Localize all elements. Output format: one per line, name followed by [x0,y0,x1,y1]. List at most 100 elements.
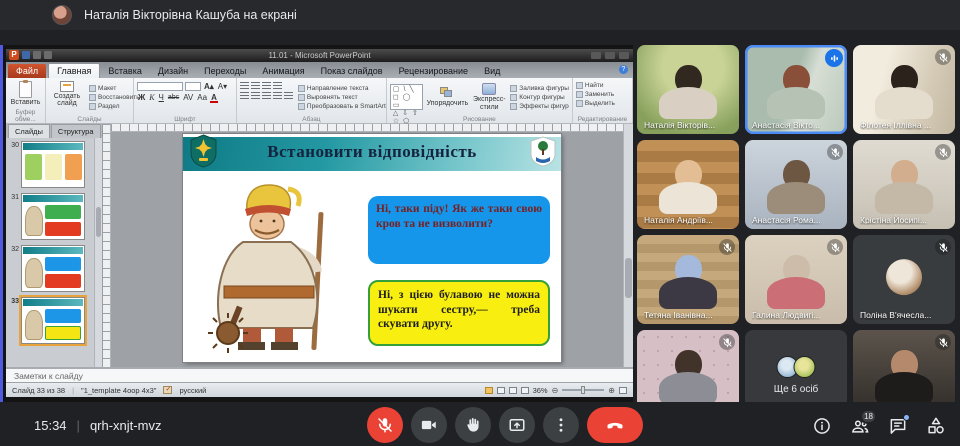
align-left-icon[interactable] [240,92,249,100]
zoom-slider[interactable] [562,389,604,391]
replace-button[interactable]: Заменить [576,91,629,98]
activities-icon[interactable] [926,416,946,436]
reset-button[interactable]: Восстановить [89,94,140,101]
raise-hand-button[interactable] [455,407,491,443]
indent-increase-icon[interactable] [273,82,282,90]
normal-view-icon[interactable] [485,387,493,394]
participant-tile[interactable]: Галина Людвигі... [745,235,847,324]
mic-toggle-button-muted[interactable] [367,407,403,443]
tab-view[interactable]: Вид [476,64,508,78]
tab-insert[interactable]: Вставка [100,64,149,78]
notes-area[interactable]: Заметки к слайду [6,367,633,382]
slide: Встановити відповідність [183,134,561,362]
char-spacing-icon[interactable]: AV [182,93,194,102]
people-panel-icon[interactable]: 18 [850,416,870,436]
indent-decrease-icon[interactable] [262,82,271,90]
answer-box-blue[interactable]: Ні, таки піду! Як же таки свою кров та н… [368,196,550,264]
font-name-select[interactable] [137,82,183,91]
bold-button[interactable]: Ж [137,93,146,102]
shape-outline-button[interactable]: Контур фигуры [510,94,569,101]
quick-styles-button[interactable]: Экспресс-стили [472,83,506,111]
shrink-font-icon[interactable]: A▾ [217,82,228,91]
camera-toggle-button[interactable] [411,407,447,443]
chat-panel-icon[interactable] [888,416,908,436]
participant-tile[interactable]: Наталія Вікторів... [637,45,739,134]
pane-tab-outline[interactable]: Структура [51,124,101,138]
slide-thumbnail-30[interactable]: 30 [7,141,100,188]
slide-thumbnail-31[interactable]: 31 [7,193,100,240]
paste-button[interactable]: Вставить [9,80,42,107]
sorter-view-icon[interactable] [497,387,505,394]
strikethrough-button[interactable]: abc [167,94,180,101]
slide-thumbnail-33-selected[interactable]: 33 [7,297,100,344]
participant-tile[interactable]: Анастасія Рома... [745,140,847,229]
select-button[interactable]: Выделить [576,100,629,107]
participant-tile[interactable]: Наталія Андріїв... [637,140,739,229]
underline-button[interactable]: Ч [158,93,165,102]
tab-animations[interactable]: Анимация [254,64,312,78]
zoom-in-icon[interactable]: ⊕ [608,386,615,395]
slideshow-view-icon[interactable] [521,387,529,394]
meet-window: Наталія Вікторівна Кашуба на екрані P 11… [0,0,960,446]
pane-tab-slides[interactable]: Слайды [8,124,50,138]
zoom-out-icon[interactable]: ⊖ [552,386,559,395]
answer-box-yellow[interactable]: Ні, з цією булавою не можна шукати сестр… [368,280,550,346]
slide-title[interactable]: Встановити відповідність [183,142,561,162]
new-slide-button[interactable]: Создать слайд [49,80,85,114]
grow-font-icon[interactable]: A▴ [203,82,215,91]
font-size-select[interactable] [185,82,201,91]
slide-thumbnail-32[interactable]: 32 [7,245,100,292]
change-case-icon[interactable]: Aa [196,93,208,102]
columns-icon[interactable] [284,92,293,100]
self-view-tile[interactable]: Ви [853,330,955,402]
tab-home[interactable]: Главная [48,63,100,78]
find-button[interactable]: Найти [576,82,629,89]
tab-slideshow[interactable]: Показ слайдов [313,64,391,78]
powerpoint-window: P 11.01 - Microsoft PowerPoint Файл Глав… [6,49,633,397]
shape-fill-button[interactable]: Заливка фигуры [510,85,569,92]
participant-tile[interactable]: Анна Вікторівна... [637,330,739,402]
quick-access-toolbar[interactable]: P [9,50,52,60]
more-participants-tile[interactable]: Ще 6 осіб [745,330,847,402]
cossack-character-illustration[interactable] [195,180,347,356]
fit-to-window-icon[interactable] [619,387,627,394]
language-indicator[interactable]: русский [179,386,206,395]
slides-pane-scrollbar[interactable] [94,138,102,367]
participant-tile[interactable]: Тетяна Іванівна... [637,235,739,324]
justify-icon[interactable] [273,92,282,100]
present-screen-button[interactable] [499,407,535,443]
shapes-gallery[interactable]: ▢ \ ╲ ◻ ◯ ▭△ ⇩ ⇧ ☆ ⬠ ✦ [390,84,423,110]
reading-view-icon[interactable] [509,387,517,394]
save-icon[interactable] [22,51,30,59]
undo-icon[interactable] [33,51,41,59]
participant-tile[interactable]: Крістіна Йосипі... [853,140,955,229]
participant-tile[interactable]: Філотея Іллівна ... [853,45,955,134]
smartart-button[interactable]: Преобразовать в SmartArt [298,103,386,110]
participant-tile[interactable]: Поліна В'ячесла... [853,235,955,324]
tab-file[interactable]: Файл [8,64,46,78]
italic-button[interactable]: К [148,93,155,102]
bullets-icon[interactable] [240,82,249,90]
participant-tile-speaking[interactable]: Анастасія Вікто... [745,45,847,134]
font-color-button[interactable]: А [210,93,218,102]
redo-icon[interactable] [44,51,52,59]
tab-transitions[interactable]: Переходы [196,64,254,78]
align-text-button[interactable]: Выровнять текст [298,94,386,101]
align-right-icon[interactable] [262,92,271,100]
canvas-scrollbar[interactable] [623,124,633,367]
arrange-button[interactable]: Упорядочить [427,87,469,107]
text-direction-button[interactable]: Направление текста [298,85,386,92]
help-icon[interactable]: ? [619,65,628,74]
leave-call-button[interactable] [587,407,643,443]
align-center-icon[interactable] [251,92,260,100]
more-options-button[interactable] [543,407,579,443]
shape-effects-button[interactable]: Эффекты фигур [510,103,569,110]
tab-review[interactable]: Рецензирование [391,64,477,78]
numbering-icon[interactable] [251,82,260,90]
meeting-details-icon[interactable] [812,416,832,436]
spellcheck-icon[interactable] [163,386,172,394]
window-controls[interactable] [591,52,629,59]
layout-button[interactable]: Макет [89,85,140,92]
tab-design[interactable]: Дизайн [150,64,196,78]
section-button[interactable]: Раздел [89,103,140,110]
